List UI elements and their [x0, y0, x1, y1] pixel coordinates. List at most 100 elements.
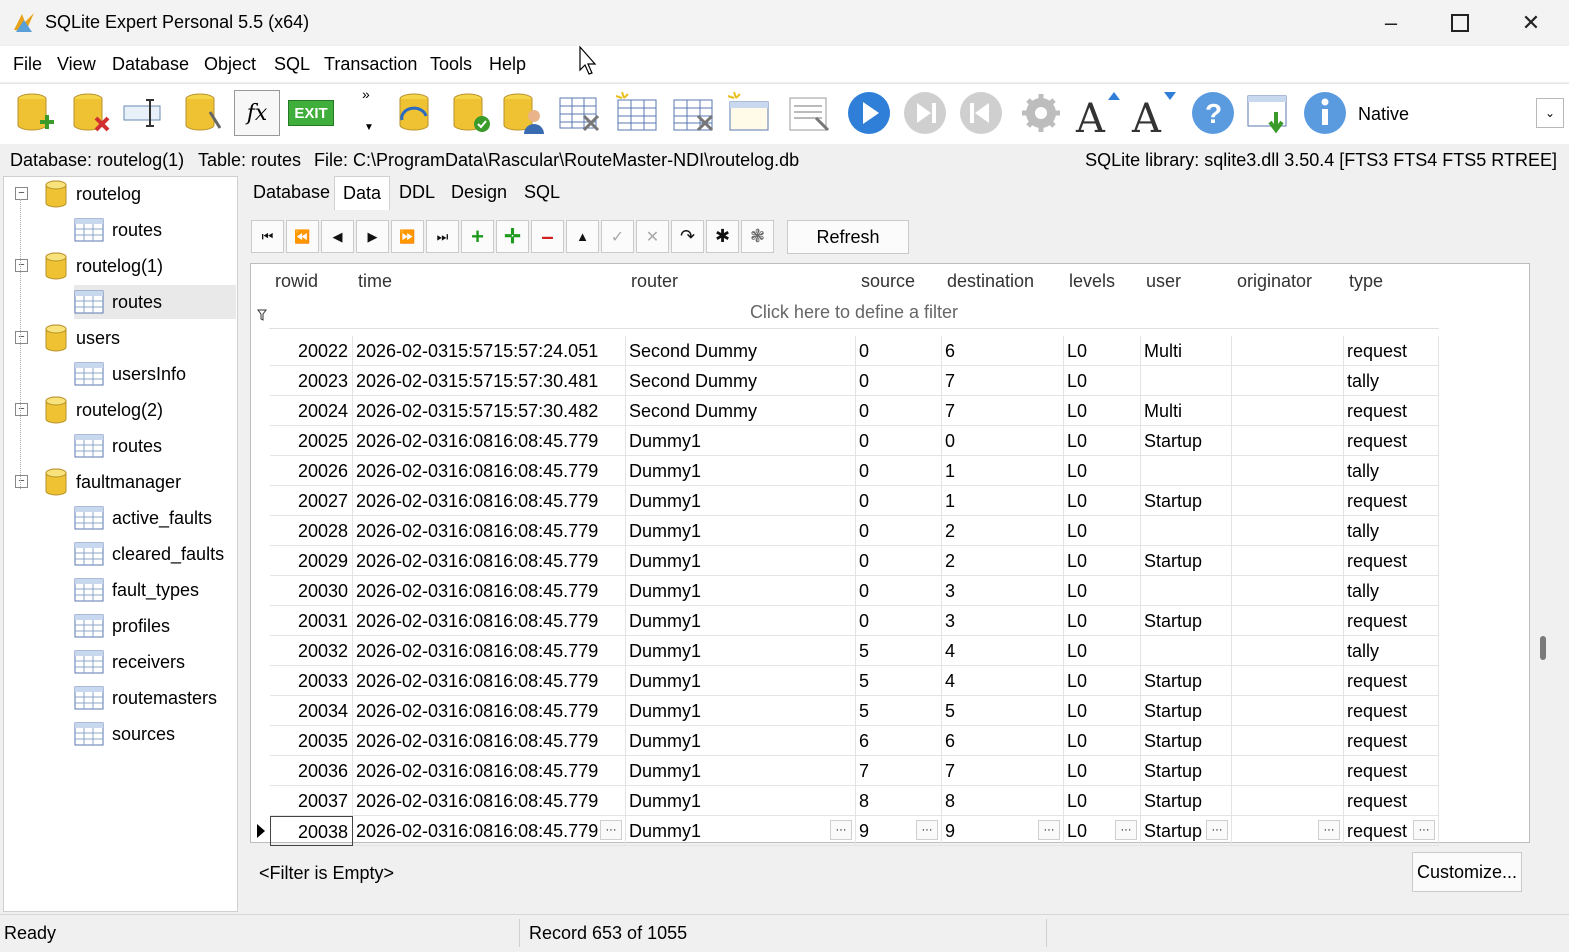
- design-table-icon[interactable]: [670, 90, 716, 136]
- table-row[interactable]: 20023 2026-02-0315:5715:57:30.481 Second D…: [270, 366, 1439, 396]
- cell-router[interactable]: Dummy1: [626, 486, 856, 516]
- table-row[interactable]: 20025 2026-02-0316:0816:08:45.779 Dummy1 0 0…: [270, 426, 1439, 456]
- rename-icon[interactable]: [120, 90, 166, 136]
- column-header-time[interactable]: time: [358, 271, 392, 292]
- cell-user[interactable]: [1141, 456, 1232, 486]
- cell-levels[interactable]: L0: [1064, 426, 1141, 456]
- tab-database[interactable]: Database: [245, 176, 338, 209]
- next-page-button[interactable]: ⏩: [391, 220, 424, 253]
- cell-user[interactable]: Startup: [1141, 696, 1232, 726]
- cell-source[interactable]: 0: [856, 546, 942, 576]
- tab-design[interactable]: Design: [443, 176, 515, 209]
- cell-rowid[interactable]: 20025: [270, 426, 353, 456]
- vertical-scrollbar-thumb[interactable]: [1540, 636, 1546, 660]
- cell-router[interactable]: Dummy1: [626, 786, 856, 816]
- cell-time[interactable]: 2026-02-0316:0816:08:45.779: [353, 456, 626, 486]
- cell-ellipsis-button[interactable]: ···: [1206, 820, 1228, 840]
- tree-database-routelog[interactable]: routelog: [44, 177, 141, 211]
- increase-font-icon[interactable]: A: [1074, 90, 1120, 136]
- column-header-type[interactable]: type: [1349, 271, 1383, 292]
- menu-help[interactable]: Help: [489, 54, 526, 75]
- tree-table-profiles[interactable]: profiles: [74, 609, 170, 643]
- cell-user[interactable]: [1141, 366, 1232, 396]
- first-record-button[interactable]: ⏮: [251, 220, 284, 253]
- cell-levels[interactable]: L0: [1064, 576, 1141, 606]
- cell-levels[interactable]: L0: [1064, 486, 1141, 516]
- cell-rowid[interactable]: 20022: [270, 336, 353, 366]
- cell-router[interactable]: Dummy1: [626, 456, 856, 486]
- cell-rowid[interactable]: 20029: [270, 546, 353, 576]
- tree-table-sources[interactable]: sources: [74, 717, 175, 751]
- cell-type[interactable]: request: [1344, 426, 1439, 456]
- table-row[interactable]: 20029 2026-02-0316:0816:08:45.779 Dummy1 0 2…: [270, 546, 1439, 576]
- tree-database-routelog1[interactable]: routelog(1): [44, 249, 163, 283]
- cell-destination[interactable]: 0: [942, 426, 1064, 456]
- tab-sql[interactable]: SQL: [516, 176, 568, 209]
- cell-type[interactable]: request: [1344, 546, 1439, 576]
- close-button[interactable]: ✕: [1496, 0, 1566, 45]
- report-icon[interactable]: [786, 90, 832, 136]
- cell-type[interactable]: tally: [1344, 576, 1439, 606]
- cell-time[interactable]: 2026-02-0316:0816:08:45.779: [353, 696, 626, 726]
- cell-originator[interactable]: [1232, 636, 1344, 666]
- tree-table-routemasters[interactable]: routemasters: [74, 681, 217, 715]
- cell-time[interactable]: 2026-02-0315:5715:57:30.482: [353, 396, 626, 426]
- column-header-destination[interactable]: destination: [947, 271, 1034, 292]
- cell-type[interactable]: request: [1344, 786, 1439, 816]
- tree-table-fault_types[interactable]: fault_types: [74, 573, 199, 607]
- cell-rowid[interactable]: 20024: [270, 396, 353, 426]
- cell-rowid[interactable]: 20034: [270, 696, 353, 726]
- column-header-levels[interactable]: levels: [1069, 271, 1115, 292]
- next-record-button[interactable]: ▶: [356, 220, 389, 253]
- cell-type[interactable]: request: [1344, 696, 1439, 726]
- cell-ellipsis-button[interactable]: ···: [1038, 820, 1060, 840]
- cell-user[interactable]: [1141, 636, 1232, 666]
- cell-source[interactable]: 0: [856, 336, 942, 366]
- exit-icon[interactable]: EXIT: [288, 100, 334, 126]
- cell-time[interactable]: 2026-02-0316:0816:08:45.779: [353, 606, 626, 636]
- table-row[interactable]: 20038 2026-02-0316:0816:08:45.779 ··· Dummy…: [270, 816, 1439, 846]
- cell-time[interactable]: 2026-02-0316:0816:08:45.779: [353, 816, 626, 846]
- download-update-icon[interactable]: [1246, 90, 1292, 136]
- cell-originator[interactable]: [1232, 516, 1344, 546]
- cell-ellipsis-button[interactable]: ···: [1413, 820, 1435, 840]
- toolbar-overflow-icon[interactable]: »: [362, 86, 370, 102]
- cell-source[interactable]: 6: [856, 726, 942, 756]
- play-icon[interactable]: [846, 90, 892, 136]
- append-record-button[interactable]: ✛: [496, 220, 529, 253]
- cell-user[interactable]: Startup: [1141, 666, 1232, 696]
- info-icon[interactable]: [1302, 90, 1348, 136]
- table-row[interactable]: 20036 2026-02-0316:0816:08:45.779 Dummy1 7 7…: [270, 756, 1439, 786]
- cell-rowid[interactable]: 20037: [270, 786, 353, 816]
- table-row[interactable]: 20035 2026-02-0316:0816:08:45.779 Dummy1 6 6…: [270, 726, 1439, 756]
- cell-user[interactable]: Startup: [1141, 426, 1232, 456]
- menu-view[interactable]: View: [57, 54, 96, 75]
- tree-table-cleared_faults[interactable]: cleared_faults: [74, 537, 224, 571]
- collapse-expander-icon[interactable]: −: [15, 403, 28, 416]
- cell-source[interactable]: 8: [856, 786, 942, 816]
- refresh-database-icon[interactable]: [392, 90, 438, 136]
- menu-object[interactable]: Object: [204, 54, 256, 75]
- table-row[interactable]: 20031 2026-02-0316:0816:08:45.779 Dummy1 0 3…: [270, 606, 1439, 636]
- cell-destination[interactable]: 1: [942, 486, 1064, 516]
- function-icon[interactable]: fx: [234, 90, 280, 136]
- menu-transaction[interactable]: Transaction: [324, 54, 417, 75]
- cell-user[interactable]: Startup: [1141, 546, 1232, 576]
- cell-originator[interactable]: [1232, 696, 1344, 726]
- cell-destination[interactable]: 3: [942, 606, 1064, 636]
- cell-router[interactable]: Dummy1: [626, 666, 856, 696]
- cell-source[interactable]: 0: [856, 516, 942, 546]
- cell-time[interactable]: 2026-02-0316:0816:08:45.779: [353, 576, 626, 606]
- cell-rowid[interactable]: 20038: [270, 816, 353, 846]
- insert-record-button[interactable]: +: [461, 220, 494, 253]
- cell-rowid[interactable]: 20027: [270, 486, 353, 516]
- cell-levels[interactable]: L0: [1064, 696, 1141, 726]
- help-icon[interactable]: ?: [1190, 90, 1236, 136]
- cell-destination[interactable]: 5: [942, 696, 1064, 726]
- minimize-button[interactable]: –: [1356, 0, 1426, 45]
- attach-database-icon[interactable]: [180, 90, 226, 136]
- cell-levels[interactable]: L0: [1064, 546, 1141, 576]
- cell-levels[interactable]: L0: [1064, 666, 1141, 696]
- cell-type[interactable]: request: [1344, 756, 1439, 786]
- cell-user[interactable]: [1141, 516, 1232, 546]
